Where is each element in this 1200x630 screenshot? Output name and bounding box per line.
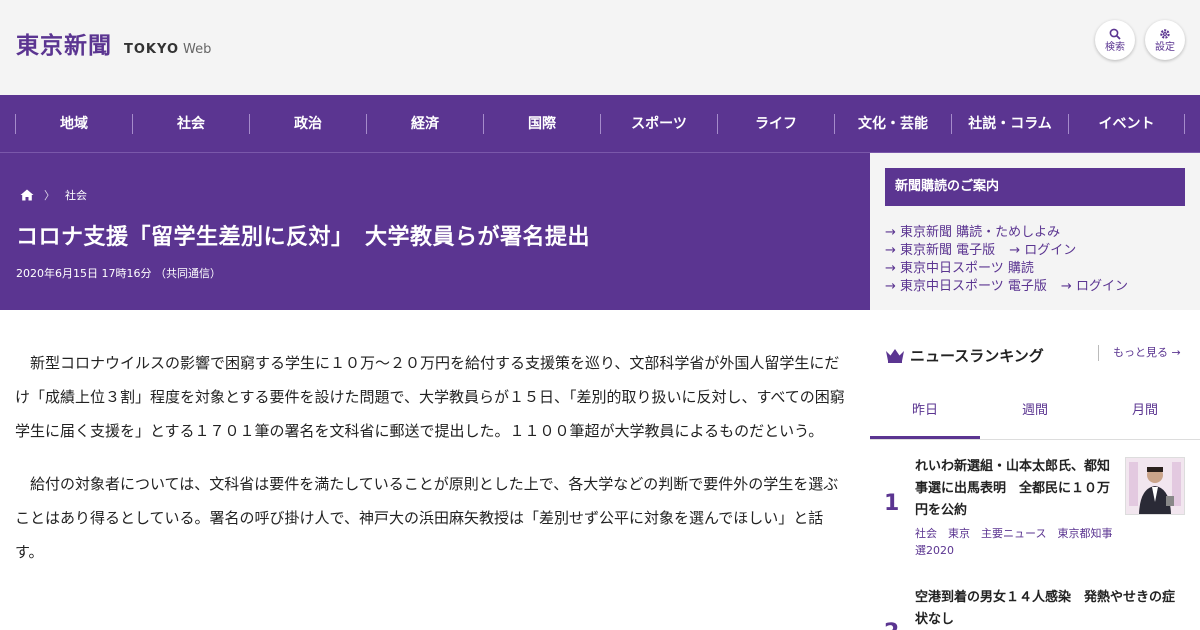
tab-weekly[interactable]: 週間 (980, 393, 1090, 439)
news-ranking: ニュースランキング もっと見る → 昨日 週間 月間 1 れいわ新選組・山本太郎… (870, 310, 1200, 630)
arrow-right-icon: → (885, 243, 896, 258)
news-photo-icon (1126, 458, 1184, 514)
nav-item-economy[interactable]: 経済 (366, 113, 483, 134)
tab-monthly[interactable]: 月間 (1090, 393, 1200, 439)
breadcrumb-separator-icon: 〉 (44, 189, 55, 202)
rank-title[interactable]: れいわ新選組・山本太郎氏、都知事選に出馬表明 全都民に１０万円を公約 (915, 456, 1120, 522)
logo-english: TOKYO Web (124, 42, 211, 57)
article-paragraph: 給付の対象者については、文科省は要件を満たしていることが原則とした上で、各大学な… (15, 475, 839, 561)
arrow-right-icon: → (1009, 243, 1021, 258)
link-tokyo-subscribe[interactable]: 東京新聞 購読・ためしよみ (900, 225, 1060, 240)
search-label: 検索 (1105, 41, 1125, 53)
ranking-title: ニュースランキング (910, 347, 1044, 365)
nav-item-events[interactable]: イベント (1068, 113, 1185, 134)
arrow-right-icon: → (885, 225, 896, 240)
nav-item-culture[interactable]: 文化・芸能 (834, 113, 951, 134)
nav-item-editorial[interactable]: 社説・コラム (951, 113, 1068, 134)
subscription-heading: 新聞購読のご案内 (885, 168, 1185, 206)
article-title: コロナ支援「留学生差別に反対」 大学教員らが署名提出 (16, 225, 591, 250)
nav-item-region[interactable]: 地域 (15, 113, 132, 134)
arrow-right-icon: → (1060, 279, 1072, 294)
arrow-right-icon: → (885, 279, 896, 294)
article-header: 〉 社会 コロナ支援「留学生差別に反対」 大学教員らが署名提出 2020年6月1… (0, 153, 870, 310)
rank-title[interactable]: 空港到着の男女１４人感染 発熱やせきの症状なし (915, 587, 1185, 630)
more-link[interactable]: もっと見る → (1098, 345, 1181, 361)
article-body: 新型コロナウイルスの影響で困窮する学生に１０万～２０万円を給付する支援策を巡り、… (0, 310, 870, 630)
arrow-right-icon: → (885, 261, 896, 276)
subscription-links: → 東京新聞 購読・ためしよみ → 東京新聞 電子版 → ログイン → 東京中日ス… (885, 224, 1128, 296)
site-logo[interactable]: 東京新聞 TOKYO Web (16, 26, 211, 60)
nav-item-politics[interactable]: 政治 (249, 113, 366, 134)
crown-icon (886, 349, 904, 363)
site-header: 東京新聞 TOKYO Web 検索 設定 (0, 0, 1200, 95)
link-tokyo-digital[interactable]: 東京新聞 電子版 (900, 243, 995, 258)
search-icon (1109, 28, 1121, 40)
article-paragraph: 新型コロナウイルスの影響で困窮する学生に１０万～２０万円を給付する支援策を巡り、… (15, 354, 845, 440)
rank-number: 1 (884, 491, 900, 516)
settings-label: 設定 (1155, 41, 1175, 53)
gear-icon (1160, 28, 1170, 39)
settings-button[interactable]: 設定 (1145, 20, 1185, 60)
link-chunichi-subscribe[interactable]: 東京中日スポーツ 購読 (900, 261, 1034, 276)
nav-item-international[interactable]: 国際 (483, 113, 600, 134)
ranking-heading: ニュースランキング (885, 345, 1044, 366)
tab-yesterday[interactable]: 昨日 (870, 393, 980, 439)
logo-japanese: 東京新聞 (16, 32, 112, 59)
link-tokyo-login[interactable]: ログイン (1024, 243, 1076, 258)
rank-tags[interactable]: 社会 東京 主要ニュース 東京都知事選2020 (915, 525, 1120, 559)
nav-item-life[interactable]: ライフ (717, 113, 834, 134)
search-button[interactable]: 検索 (1095, 20, 1135, 60)
home-icon[interactable] (20, 189, 34, 201)
more-label: もっと見る (1113, 346, 1168, 359)
article-dateline: 2020年6月15日 17時16分 （共同通信） (16, 267, 221, 280)
link-chunichi-digital[interactable]: 東京中日スポーツ 電子版 (900, 279, 1047, 294)
ranking-tabs: 昨日 週間 月間 (870, 393, 1200, 440)
nav-item-society[interactable]: 社会 (132, 113, 249, 134)
main-navigation: 地域 社会 政治 経済 国際 スポーツ ライフ 文化・芸能 社説・コラム イベン… (0, 95, 1200, 153)
rank-number: 2 (884, 620, 899, 630)
nav-item-sports[interactable]: スポーツ (600, 113, 717, 134)
breadcrumb: 〉 社会 (20, 187, 87, 203)
arrow-right-icon: → (1171, 346, 1181, 359)
breadcrumb-category[interactable]: 社会 (65, 187, 87, 203)
sidebar: 新聞購読のご案内 → 東京新聞 購読・ためしよみ → 東京新聞 電子版 → ログイ… (870, 153, 1200, 630)
logo-english-bold: TOKYO (124, 42, 179, 57)
link-chunichi-login[interactable]: ログイン (1076, 279, 1128, 294)
rank-thumbnail[interactable] (1125, 457, 1185, 515)
logo-english-light: Web (183, 42, 212, 57)
